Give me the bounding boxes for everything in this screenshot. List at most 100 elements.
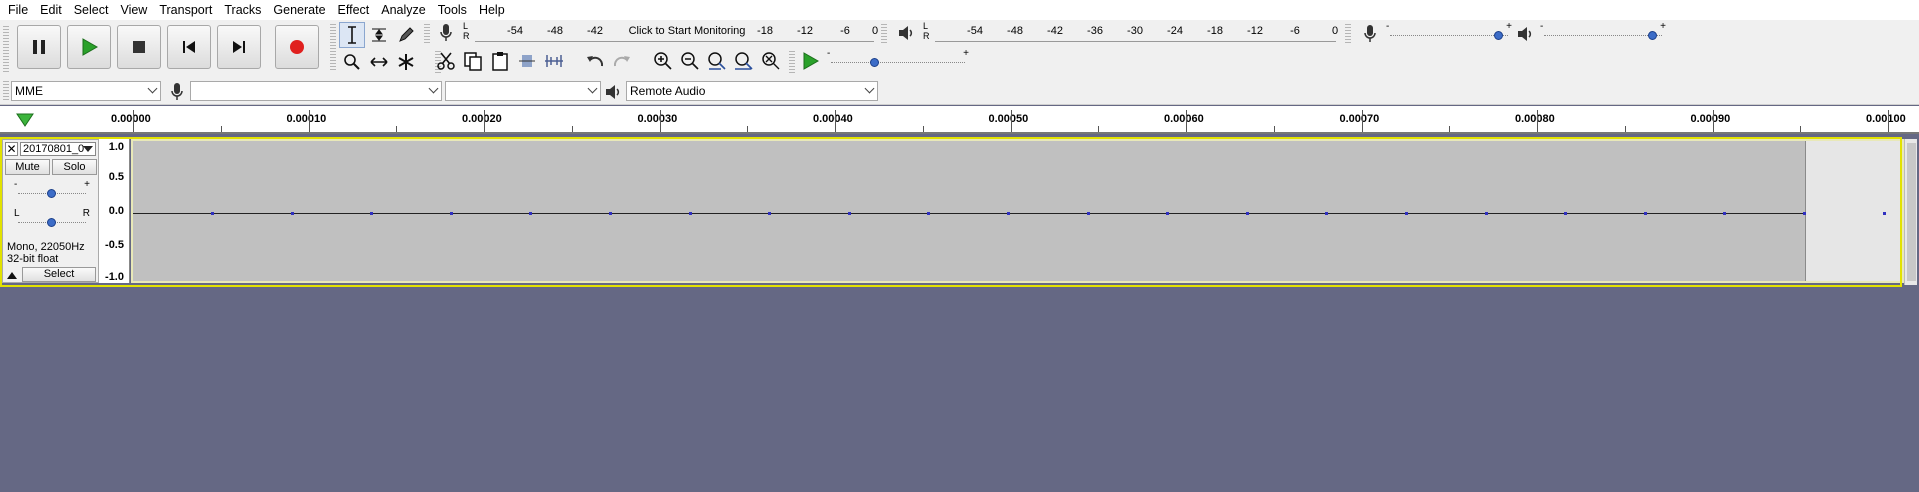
play-at-speed-button[interactable] (797, 48, 823, 74)
menu-transport[interactable]: Transport (153, 0, 218, 20)
play-at-speed-slider[interactable]: - + (825, 48, 971, 72)
meter-tick-label: -48 (547, 25, 563, 37)
slider-knob[interactable] (1647, 31, 1657, 40)
collapse-track-button[interactable] (6, 269, 20, 281)
cut-button[interactable] (433, 48, 459, 74)
sample-point (1564, 212, 1568, 215)
menu-tools[interactable]: Tools (432, 0, 473, 20)
envelope-tool-button[interactable] (366, 22, 392, 48)
track-pan-slider[interactable]: L R (12, 208, 92, 232)
menu-help[interactable]: Help (473, 0, 511, 20)
menu-analyze[interactable]: Analyze (375, 0, 431, 20)
multi-tool-button[interactable] (393, 49, 419, 75)
slider-knob[interactable] (47, 189, 56, 198)
magnifier-icon (344, 54, 360, 70)
track-control-panel[interactable]: ✕ 20170801_0 Mute Solo - + L R Mono, 220… (2, 139, 99, 283)
record-button[interactable] (275, 25, 319, 69)
paste-button[interactable] (487, 48, 513, 74)
zoom-tool-button[interactable] (339, 49, 365, 75)
redo-icon (613, 56, 630, 67)
play-button[interactable] (67, 25, 111, 69)
chevron-down-icon (428, 83, 439, 94)
fit-project-button[interactable] (731, 48, 757, 74)
toolbar-grip[interactable] (424, 22, 430, 44)
playback-meter[interactable]: LR -54 -48 -42 -36 -30 -24 -18 -12 -6 0 (921, 21, 1338, 46)
ruler-major-tick (1537, 110, 1538, 132)
sample-point (1643, 212, 1647, 215)
silence-button[interactable] (541, 48, 567, 74)
meter-tick-label: -12 (797, 25, 813, 37)
waveform-area[interactable] (131, 139, 1904, 283)
vertical-scrollbar[interactable] (1904, 139, 1917, 285)
toolbar-grip[interactable] (881, 22, 887, 44)
playback-volume-icon-button (1512, 21, 1538, 47)
playback-meter-button[interactable] (893, 20, 919, 46)
track-select-button[interactable]: Select (22, 267, 96, 282)
zoom-in-icon (654, 52, 672, 70)
track-close-button[interactable]: ✕ (5, 142, 18, 156)
audio-host-select[interactable]: MME (11, 81, 161, 101)
menu-view[interactable]: View (114, 0, 153, 20)
ruler-label: 0.00080 (1515, 113, 1555, 125)
recording-volume-slider[interactable]: - + (1384, 21, 1514, 45)
menu-file[interactable]: File (2, 0, 34, 20)
recording-device-select[interactable] (190, 81, 442, 101)
skip-to-start-icon (183, 41, 195, 53)
playback-volume-slider[interactable]: - + (1538, 21, 1668, 45)
toolbar-grip[interactable] (3, 79, 9, 101)
fit-selection-button[interactable] (704, 48, 730, 74)
slider-max-label: + (84, 179, 90, 190)
sample-point (1803, 212, 1806, 215)
skip-to-end-button[interactable] (217, 25, 261, 69)
zoom-in-button[interactable] (650, 48, 676, 74)
scrollbar-thumb[interactable] (1907, 143, 1916, 281)
record-meter-button[interactable] (433, 20, 459, 46)
menu-edit[interactable]: Edit (34, 0, 68, 20)
ruler-minor-tick (571, 126, 573, 132)
trim-button[interactable] (514, 48, 540, 74)
menu-generate[interactable]: Generate (267, 0, 331, 20)
zoom-out-button[interactable] (677, 48, 703, 74)
menu-effect[interactable]: Effect (332, 0, 376, 20)
toolbar-grip[interactable] (330, 22, 336, 72)
solo-button[interactable]: Solo (52, 159, 97, 175)
start-monitoring-prompt[interactable]: Click to Start Monitoring (629, 25, 746, 37)
timeline-ruler[interactable]: 0.00000 0.00010 0.00020 0.00030 0.00040 0.000… (0, 106, 1919, 134)
mute-button[interactable]: Mute (5, 159, 50, 175)
slider-max-label: R (82, 208, 90, 219)
stop-button[interactable] (117, 25, 161, 69)
vertical-amplitude-ruler[interactable]: 1.0 0.5 0.0 -0.5 -1.0 (99, 139, 130, 283)
slider-knob[interactable] (870, 58, 880, 67)
menu-tracks[interactable]: Tracks (218, 0, 267, 20)
draw-tool-button[interactable] (393, 22, 419, 48)
audio-clip[interactable] (133, 141, 1806, 281)
ruler-label: 0.00070 (1339, 113, 1380, 125)
ruler-major-tick (484, 110, 485, 132)
record-meter[interactable]: LR -54 -48 -42 -18 -12 -6 0 Click to Start Moni… (461, 21, 878, 46)
toolbar-grip[interactable] (789, 49, 795, 73)
time-shift-tool-button[interactable] (366, 49, 392, 75)
selection-tool-button[interactable] (339, 22, 365, 48)
recording-channels-select[interactable] (445, 81, 601, 101)
slider-knob[interactable] (1493, 31, 1503, 40)
toolbar-grip[interactable] (3, 24, 9, 72)
undo-button[interactable] (582, 48, 608, 74)
ruler-major-tick (659, 110, 661, 132)
track-name-menu[interactable]: 20170801_0 (20, 142, 96, 156)
copy-button[interactable] (460, 48, 486, 74)
track-gain-slider[interactable]: - + (12, 179, 92, 203)
slider-knob[interactable] (47, 218, 56, 227)
skip-to-start-button[interactable] (167, 25, 211, 69)
menu-select[interactable]: Select (68, 0, 115, 20)
meter-tick-label: -6 (1290, 25, 1300, 37)
silence-audio-icon (545, 55, 563, 67)
playback-device-select[interactable]: Remote Audio (626, 81, 878, 101)
zoom-toggle-button[interactable] (758, 48, 784, 74)
pause-button[interactable] (17, 25, 61, 69)
envelope-icon (372, 28, 386, 42)
toolbar-grip[interactable] (1345, 22, 1351, 44)
meter-tick-label: -48 (1007, 25, 1023, 37)
redo-button[interactable] (609, 48, 635, 74)
play-head-triangle-icon[interactable] (16, 112, 34, 128)
meter-tick-label: -42 (587, 25, 603, 37)
